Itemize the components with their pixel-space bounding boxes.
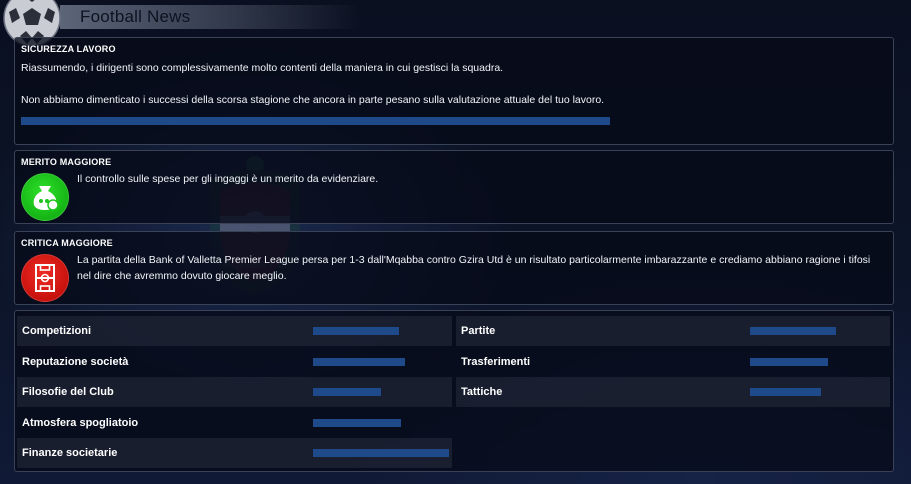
stat-label: Tattiche [461,386,503,398]
stat-row-transfers: Trasferimenti [456,347,890,377]
stat-row-matches: Partite [456,316,890,346]
football-pitch-icon [21,254,69,302]
job-security-title: SICUREZZA LAVORO [21,44,116,54]
stat-row-dressing-room: Atmosfera spogliatoio [17,408,452,438]
job-security-summary: Riassumendo, i dirigenti sono complessiv… [21,62,504,74]
stat-bar [313,358,449,366]
biggest-merit-title: MERITO MAGGIORE [21,157,112,167]
stat-bar-fill [750,388,822,396]
stat-label: Atmosfera spogliatoio [22,417,139,429]
biggest-criticism-text: La partita della Bank of Valletta Premie… [77,254,871,282]
biggest-criticism-title: CRITICA MAGGIORE [21,238,113,248]
biggest-criticism-panel: CRITICA MAGGIORE La partita della Bank o… [14,231,894,305]
stat-bar [750,388,887,396]
stat-bar [313,388,449,396]
job-security-detail: Non abbiamo dimenticato i successi della… [21,94,605,106]
evaluation-stats-panel: Competizioni Reputazione società Filosof… [14,310,894,472]
stat-row-competitions: Competizioni [17,316,452,346]
biggest-merit-panel: MERITO MAGGIORE Il controllo sulle spese… [14,150,894,224]
stat-label: Reputazione società [22,356,129,368]
page-header: Football News [0,0,911,47]
stat-row-club-reputation: Reputazione società [17,347,452,377]
stat-row-club-finances: Finanze societarie [17,438,452,468]
stat-bar-fill [313,327,399,335]
job-security-panel: SICUREZZA LAVORO Riassumendo, i dirigent… [14,37,894,145]
stat-bar [750,358,887,366]
page-title: Football News [80,7,191,26]
stat-bar-fill [750,358,829,366]
biggest-merit-text: Il controllo sulle spese per gli ingaggi… [77,173,379,185]
stat-label: Finanze societarie [22,447,118,459]
stat-label: Filosofie del Club [22,386,114,398]
stat-bar [313,449,449,457]
stat-bar-fill [750,327,837,335]
stat-bar [750,327,887,335]
stat-bar [313,327,449,335]
stat-label: Partite [461,325,496,337]
job-security-bar [21,117,610,125]
stat-row-tactics: Tattiche [456,377,890,407]
stat-row-club-philosophies: Filosofie del Club [17,377,452,407]
stat-label: Competizioni [22,325,92,337]
money-bag-icon [21,173,69,221]
stat-bar-fill [313,358,406,366]
stat-label: Trasferimenti [461,356,531,368]
stat-bar-fill [313,449,449,457]
stat-bar-fill [313,388,381,396]
stat-bar-fill [313,419,402,427]
stat-bar [313,419,449,427]
